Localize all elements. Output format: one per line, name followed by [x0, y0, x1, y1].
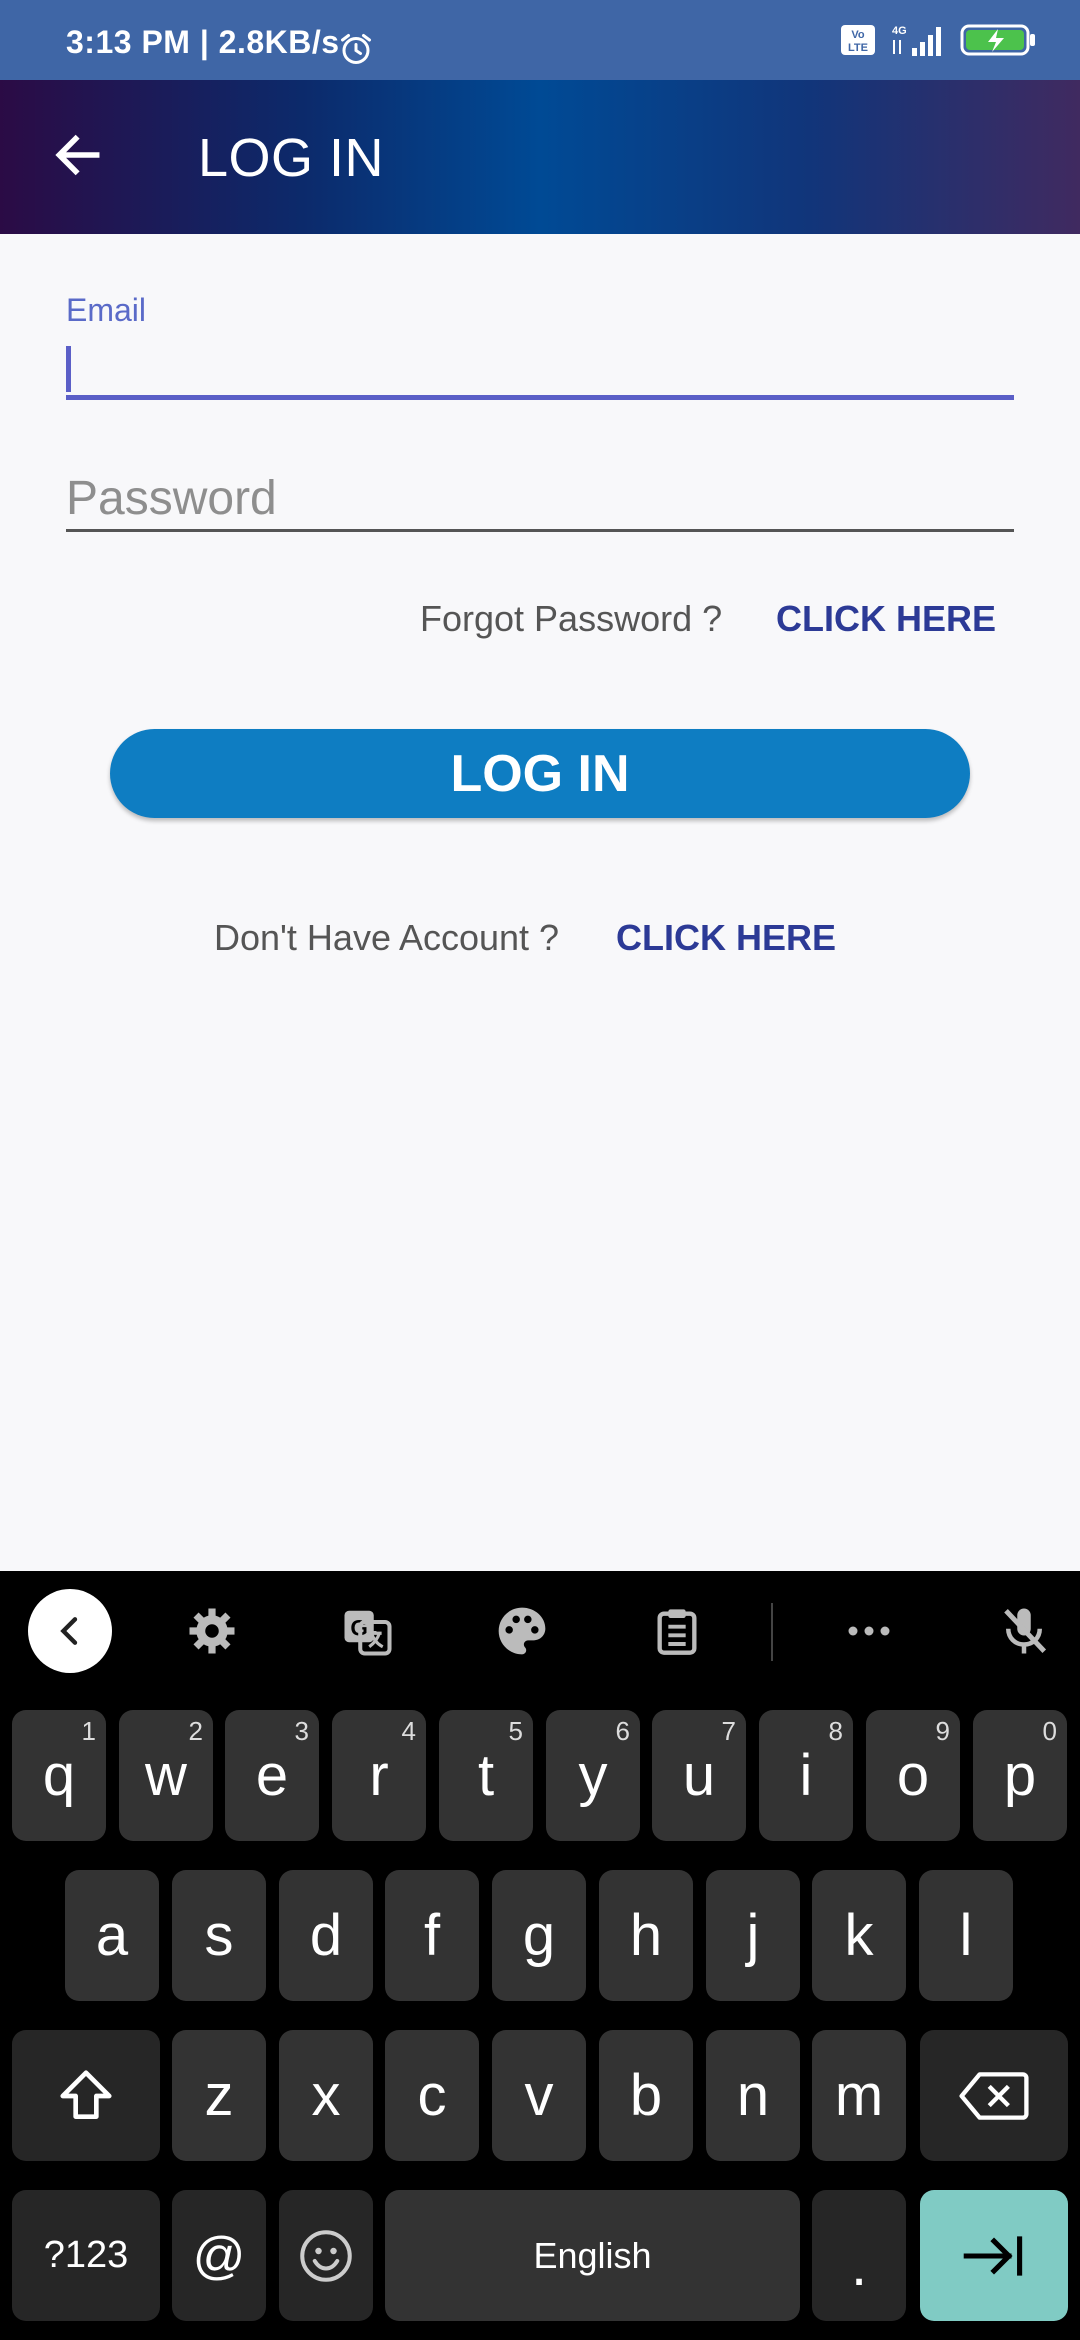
- key-g[interactable]: g: [492, 1870, 586, 2001]
- shift-icon: [60, 2069, 112, 2119]
- key-hint: 9: [935, 1716, 950, 1746]
- backspace-icon: [959, 2071, 1029, 2120]
- key-o[interactable]: o9: [866, 1710, 960, 1841]
- key-n[interactable]: n: [706, 2030, 800, 2161]
- volte-icon: Vo LTE: [841, 25, 875, 55]
- clipboard-icon[interactable]: [637, 1591, 717, 1671]
- keyboard-toolbar: G: [0, 1571, 1080, 1689]
- collapse-icon[interactable]: [28, 1589, 112, 1673]
- alarm-icon: [341, 34, 371, 64]
- signup-prompt-text: Don't Have Account ?: [214, 917, 560, 958]
- key-q[interactable]: q1: [12, 1710, 106, 1841]
- enter-key[interactable]: [920, 2190, 1068, 2321]
- key-i[interactable]: i8: [759, 1710, 853, 1841]
- network-type: 4G: [892, 25, 907, 37]
- key-k[interactable]: k: [812, 1870, 906, 2001]
- app-bar: LOG IN: [0, 80, 1080, 234]
- status-bar: 3:13 PM | 2.8KB/s Vo LTE 4G: [0, 0, 1080, 80]
- key-label: o: [896, 1743, 930, 1808]
- emoji-icon: [300, 2229, 352, 2282]
- key-c[interactable]: c: [385, 2030, 479, 2161]
- key-label: w: [145, 1743, 187, 1808]
- toolbar-divider: [771, 1603, 773, 1661]
- email-label: Email: [66, 292, 147, 328]
- key-h[interactable]: h: [599, 1870, 693, 2001]
- key-u[interactable]: u7: [652, 1710, 746, 1841]
- key-r[interactable]: r4: [332, 1710, 426, 1841]
- forgot-password-text: Forgot Password ?: [420, 598, 723, 639]
- key-label: t: [477, 1743, 495, 1808]
- space-key[interactable]: English: [385, 2190, 800, 2321]
- password-field[interactable]: [66, 468, 1014, 532]
- key-z[interactable]: z: [172, 2030, 266, 2161]
- shift-key[interactable]: [12, 2030, 160, 2161]
- key-m[interactable]: m: [812, 2030, 906, 2161]
- key-f[interactable]: f: [385, 1870, 479, 2001]
- signal-icon: 4G: [892, 25, 941, 56]
- key-label: y: [578, 1743, 608, 1808]
- period-key[interactable]: .: [812, 2190, 906, 2321]
- key-label: p: [1003, 1743, 1037, 1808]
- status-time: 3:13 PM | 2.8KB/s: [66, 24, 340, 60]
- svg-text:LTE: LTE: [848, 42, 868, 54]
- key-hint: 1: [81, 1716, 96, 1746]
- status-icons: Vo LTE 4G: [840, 22, 1036, 58]
- key-label: u: [682, 1743, 716, 1808]
- key-hint: 7: [721, 1716, 736, 1746]
- key-hint: 5: [508, 1716, 523, 1746]
- key-label: e: [255, 1743, 289, 1808]
- symbols-key[interactable]: ?123: [12, 2190, 160, 2321]
- key-d[interactable]: d: [279, 1870, 373, 2001]
- key-y[interactable]: y6: [546, 1710, 640, 1841]
- key-l[interactable]: l: [919, 1870, 1013, 2001]
- key-b[interactable]: b: [599, 2030, 693, 2161]
- forgot-password-link[interactable]: CLICK HERE: [776, 598, 996, 640]
- key-label: q: [42, 1743, 76, 1808]
- key-a[interactable]: a: [65, 1870, 159, 2001]
- emoji-key[interactable]: [279, 2190, 373, 2321]
- page-title: LOG IN: [198, 128, 385, 188]
- more-icon[interactable]: [829, 1591, 909, 1671]
- settings-icon[interactable]: [172, 1591, 252, 1671]
- svg-text:Vo: Vo: [851, 29, 865, 41]
- key-e[interactable]: e3: [225, 1710, 319, 1841]
- key-w[interactable]: w2: [119, 1710, 213, 1841]
- key-label: i: [799, 1743, 813, 1808]
- key-hint: 3: [294, 1716, 309, 1746]
- back-arrow-icon[interactable]: [50, 127, 106, 183]
- email-field[interactable]: [66, 336, 1014, 400]
- login-button[interactable]: LOG IN: [110, 729, 970, 818]
- key-p[interactable]: p0: [973, 1710, 1067, 1841]
- at-key[interactable]: @: [172, 2190, 266, 2321]
- key-hint: 2: [188, 1716, 203, 1746]
- key-x[interactable]: x: [279, 2030, 373, 2161]
- soft-keyboard: G q 1 w 2 e 3 r 4 t 5 y 6 u 7 i 8 o 9 p …: [0, 1571, 1080, 2340]
- text-cursor: [66, 346, 71, 392]
- backspace-key[interactable]: [920, 2030, 1068, 2161]
- next-arrow-icon: [963, 2235, 1023, 2276]
- key-hint: 4: [401, 1716, 416, 1746]
- translate-icon[interactable]: G: [327, 1591, 407, 1671]
- key-j[interactable]: j: [706, 1870, 800, 2001]
- key-hint: 0: [1042, 1716, 1057, 1746]
- signup-link[interactable]: CLICK HERE: [616, 917, 836, 959]
- mic-off-icon[interactable]: [984, 1591, 1064, 1671]
- key-s[interactable]: s: [172, 1870, 266, 2001]
- theme-palette-icon[interactable]: [482, 1591, 562, 1671]
- key-t[interactable]: t5: [439, 1710, 533, 1841]
- battery-charging-icon: [960, 24, 1035, 56]
- key-v[interactable]: v: [492, 2030, 586, 2161]
- key-label: r: [369, 1743, 389, 1808]
- key-hint: 8: [828, 1716, 843, 1746]
- key-hint: 6: [615, 1716, 630, 1746]
